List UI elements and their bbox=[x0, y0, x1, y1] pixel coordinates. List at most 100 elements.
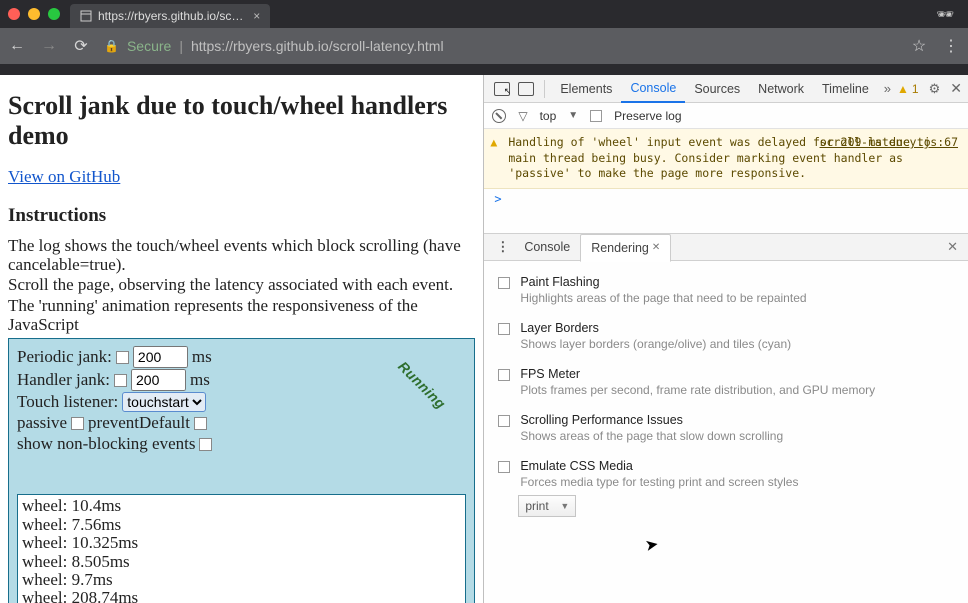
minimize-window-button[interactable] bbox=[28, 8, 40, 20]
preserve-log-label: Preserve log bbox=[614, 109, 681, 123]
show-nonblocking-label: show non-blocking events bbox=[17, 434, 195, 454]
passive-label: passive bbox=[17, 413, 67, 433]
tab-elements[interactable]: Elements bbox=[551, 75, 621, 103]
titlebar: https://rbyers.github.io/scroll-l × 🕶 bbox=[0, 0, 968, 28]
layer-borders-sub: Shows layer borders (orange/olive) and t… bbox=[520, 337, 791, 351]
drawer-tab-console[interactable]: Console bbox=[514, 233, 580, 261]
maximize-window-button[interactable] bbox=[48, 8, 60, 20]
warning-source-link[interactable]: scroll-latency.js:67 bbox=[820, 135, 958, 151]
device-toolbar-icon[interactable] bbox=[518, 82, 534, 96]
handler-jank-input[interactable] bbox=[131, 369, 186, 391]
console-toolbar: ▽ top ▼ Preserve log bbox=[484, 103, 968, 129]
tabs-overflow-icon[interactable]: » bbox=[878, 81, 897, 96]
address-bar: ← → ⟳ 🔒 Secure | https://rbyers.github.i… bbox=[0, 28, 968, 64]
incognito-icon: 🕶 bbox=[936, 6, 954, 23]
drawer-tab-rendering[interactable]: Rendering ✕ bbox=[580, 234, 671, 262]
clear-console-icon[interactable] bbox=[492, 109, 506, 123]
media-type-select[interactable]: print ▼ bbox=[518, 495, 576, 517]
preventdefault-label: preventDefault bbox=[88, 413, 190, 433]
fps-meter-title: FPS Meter bbox=[520, 367, 875, 381]
console-prompt[interactable]: > bbox=[484, 189, 968, 209]
page-icon bbox=[80, 10, 92, 22]
drawer-tabs: ⋮ Console Rendering ✕ ✕ bbox=[484, 233, 968, 261]
console-warning: ▲ scroll-latency.js:67 Handling of 'whee… bbox=[484, 129, 968, 189]
preserve-log-checkbox[interactable] bbox=[590, 110, 602, 122]
periodic-jank-label: Periodic jank: bbox=[17, 347, 112, 367]
paint-flashing-option: Paint Flashing Highlights areas of the p… bbox=[494, 269, 960, 315]
demo-panel: Periodic jank: ms Handler jank: ms Touch… bbox=[8, 338, 475, 603]
url-field[interactable]: 🔒 Secure | https://rbyers.github.io/scro… bbox=[104, 32, 896, 60]
log-line: wheel: 7.56ms bbox=[22, 516, 461, 534]
rendering-panel: Paint Flashing Highlights areas of the p… bbox=[484, 261, 968, 603]
instructions-heading: Instructions bbox=[8, 205, 475, 227]
paint-flashing-sub: Highlights areas of the page that need t… bbox=[520, 291, 806, 305]
handler-jank-checkbox[interactable] bbox=[114, 374, 127, 387]
url-host: https://rbyers.github.io bbox=[191, 38, 329, 54]
forward-button[interactable]: → bbox=[40, 37, 58, 55]
page-viewport[interactable]: Scroll jank due to touch/wheel handlers … bbox=[0, 75, 484, 603]
chevron-down-icon: ▼ bbox=[560, 501, 569, 511]
lock-icon: 🔒 bbox=[104, 39, 119, 53]
back-button[interactable]: ← bbox=[8, 37, 26, 55]
layer-borders-checkbox[interactable] bbox=[498, 323, 510, 335]
tab-sources[interactable]: Sources bbox=[685, 75, 749, 103]
close-tab-icon[interactable]: ✕ bbox=[652, 242, 660, 253]
show-nonblocking-checkbox[interactable] bbox=[199, 438, 212, 451]
emulate-css-option: Emulate CSS Media Forces media type for … bbox=[494, 453, 960, 491]
instructions-line-2: Scroll the page, observing the latency a… bbox=[8, 276, 475, 295]
passive-checkbox[interactable] bbox=[71, 417, 84, 430]
ms-label: ms bbox=[192, 347, 212, 367]
devtools-tabs: ↖ Elements Console Sources Network Timel… bbox=[484, 75, 968, 103]
fps-meter-checkbox[interactable] bbox=[498, 369, 510, 381]
chrome-menu-button[interactable]: ⋮ bbox=[942, 36, 960, 56]
emulate-css-title: Emulate CSS Media bbox=[520, 459, 798, 473]
tab-strip: https://rbyers.github.io/scroll-l × bbox=[70, 0, 294, 28]
layer-borders-title: Layer Borders bbox=[520, 321, 791, 335]
event-log[interactable]: wheel: 10.4ms wheel: 7.56ms wheel: 10.32… bbox=[17, 494, 466, 603]
paint-flashing-checkbox[interactable] bbox=[498, 277, 510, 289]
tab-network[interactable]: Network bbox=[749, 75, 813, 103]
close-drawer-icon[interactable]: ✕ bbox=[947, 239, 962, 255]
emulate-css-checkbox[interactable] bbox=[498, 461, 510, 473]
browser-chrome: https://rbyers.github.io/scroll-l × 🕶 ← … bbox=[0, 0, 968, 75]
browser-tab[interactable]: https://rbyers.github.io/scroll-l × bbox=[70, 4, 270, 28]
scrolling-perf-option: Scrolling Performance Issues Shows areas… bbox=[494, 407, 960, 453]
periodic-jank-checkbox[interactable] bbox=[116, 351, 129, 364]
log-line: wheel: 10.325ms bbox=[22, 534, 461, 552]
touch-listener-select[interactable]: touchstart bbox=[122, 392, 206, 412]
preventdefault-checkbox[interactable] bbox=[194, 417, 207, 430]
settings-icon[interactable]: ⚙ bbox=[929, 81, 941, 97]
log-line: wheel: 9.7ms bbox=[22, 571, 461, 589]
ms-label: ms bbox=[190, 370, 210, 390]
emulate-css-sub: Forces media type for testing print and … bbox=[520, 475, 798, 489]
window-controls bbox=[8, 8, 60, 20]
tab-timeline[interactable]: Timeline bbox=[813, 75, 878, 103]
periodic-jank-input[interactable] bbox=[133, 346, 188, 368]
github-link[interactable]: View on GitHub bbox=[8, 167, 120, 186]
close-devtools-icon[interactable]: ✕ bbox=[950, 80, 962, 97]
log-line: wheel: 8.505ms bbox=[22, 553, 461, 571]
tab-title: https://rbyers.github.io/scroll-l bbox=[98, 9, 247, 23]
warning-icon: ▲ bbox=[490, 135, 497, 151]
scrolling-perf-title: Scrolling Performance Issues bbox=[520, 413, 783, 427]
reload-button[interactable]: ⟳ bbox=[72, 36, 90, 56]
warning-count[interactable]: ▲ 1 bbox=[897, 82, 919, 96]
paint-flashing-title: Paint Flashing bbox=[520, 275, 806, 289]
drawer-menu-icon[interactable]: ⋮ bbox=[490, 239, 514, 255]
filter-icon[interactable]: ▽ bbox=[518, 109, 527, 123]
secure-label: Secure bbox=[127, 38, 171, 54]
context-selector[interactable]: top bbox=[540, 109, 557, 123]
tab-console[interactable]: Console bbox=[621, 75, 685, 103]
close-window-button[interactable] bbox=[8, 8, 20, 20]
fps-meter-sub: Plots frames per second, frame rate dist… bbox=[520, 383, 875, 397]
inspect-element-icon[interactable]: ↖ bbox=[494, 82, 510, 96]
fps-meter-option: FPS Meter Plots frames per second, frame… bbox=[494, 361, 960, 407]
url-path: /scroll-latency.html bbox=[329, 38, 444, 54]
scrolling-perf-sub: Shows areas of the page that slow down s… bbox=[520, 429, 783, 443]
scrolling-perf-checkbox[interactable] bbox=[498, 415, 510, 427]
bookmark-star-icon[interactable]: ☆ bbox=[910, 36, 928, 56]
instructions-line-3: The 'running' animation represents the r… bbox=[8, 297, 475, 334]
handler-jank-label: Handler jank: bbox=[17, 370, 110, 390]
level-dropdown-icon[interactable]: ▼ bbox=[568, 110, 578, 121]
close-tab-icon[interactable]: × bbox=[253, 9, 260, 23]
